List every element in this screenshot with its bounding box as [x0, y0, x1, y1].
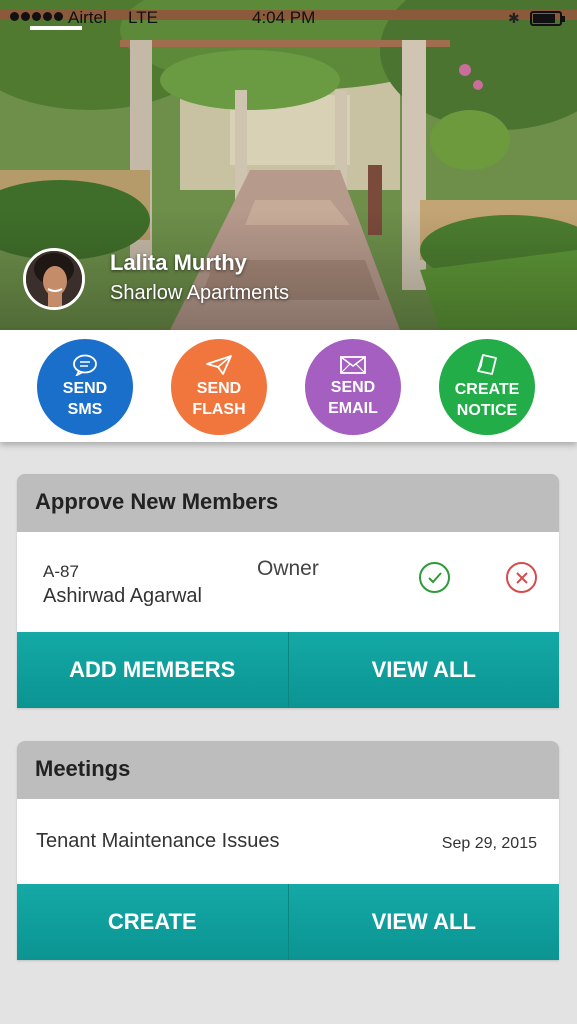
create-meeting-button[interactable]: CREATE: [17, 884, 288, 960]
avatar[interactable]: [23, 248, 85, 310]
send-flash-label-1: SEND: [196, 380, 242, 397]
send-sms-label-1: SEND: [62, 380, 108, 397]
reject-member-button[interactable]: [506, 562, 537, 593]
create-notice-label-1: CREATE: [454, 381, 520, 398]
meeting-date: Sep 29, 2015: [441, 835, 537, 852]
signal-strength-icon: [10, 12, 63, 21]
view-all-members-button[interactable]: VIEW ALL: [287, 632, 559, 708]
status-bar: Airtel LTE 4:04 PM ✱: [0, 0, 577, 36]
status-time: 4:04 PM: [252, 8, 316, 27]
create-notice-button[interactable]: CREATE NOTICE: [439, 339, 535, 435]
meetings-title: Meetings: [17, 741, 559, 799]
members-button-row: ADD MEMBERS VIEW ALL: [17, 632, 559, 708]
check-icon: [427, 571, 442, 583]
close-icon: [515, 571, 528, 584]
quick-actions-bar: SEND SMS SEND FLASH SEND EMAIL CREATE NO…: [0, 330, 577, 442]
view-all-meetings-button[interactable]: VIEW ALL: [287, 884, 559, 960]
user-portrait-icon: [26, 251, 82, 307]
pending-member-row: A-87 Ashirwad Agarwal Owner: [17, 532, 559, 632]
meeting-row[interactable]: Tenant Maintenance Issues Sep 29, 2015: [17, 799, 559, 884]
send-sms-label-2: SMS: [67, 401, 103, 418]
send-email-label-2: EMAIL: [328, 400, 378, 417]
network-type: LTE: [128, 8, 158, 27]
approve-members-card: Approve New Members A-87 Ashirwad Agarwa…: [17, 474, 559, 708]
approve-members-title: Approve New Members: [17, 474, 559, 532]
meetings-card: Meetings Tenant Maintenance Issues Sep 2…: [17, 741, 559, 960]
send-email-button[interactable]: SEND EMAIL: [305, 339, 401, 435]
member-name: Ashirwad Agarwal: [43, 585, 202, 607]
meeting-title: Tenant Maintenance Issues: [36, 830, 280, 852]
header-cover-image: Airtel LTE 4:04 PM ✱ Lalita Murthy Sharl…: [0, 0, 577, 330]
send-sms-button[interactable]: SEND SMS: [37, 339, 133, 435]
chat-bubble-icon: [73, 354, 97, 376]
status-underline: [30, 26, 82, 30]
envelope-icon: [340, 356, 366, 374]
carrier-name: Airtel: [68, 8, 107, 27]
profile-building: Sharlow Apartments: [110, 282, 289, 304]
approve-member-button[interactable]: [419, 562, 450, 593]
member-unit: A-87: [43, 562, 79, 581]
paper-plane-icon: [206, 355, 232, 375]
add-members-button[interactable]: ADD MEMBERS: [17, 632, 288, 708]
battery-icon: [530, 11, 565, 26]
create-notice-label-2: NOTICE: [456, 402, 518, 419]
member-role: Owner: [257, 557, 319, 580]
send-email-label-1: SEND: [330, 379, 376, 396]
send-flash-button[interactable]: SEND FLASH: [171, 339, 267, 435]
meetings-button-row: CREATE VIEW ALL: [17, 884, 559, 960]
send-flash-label-2: FLASH: [192, 401, 246, 418]
note-icon: [477, 354, 497, 375]
profile-name: Lalita Murthy: [110, 250, 247, 275]
bluetooth-icon: ✱: [508, 10, 520, 26]
